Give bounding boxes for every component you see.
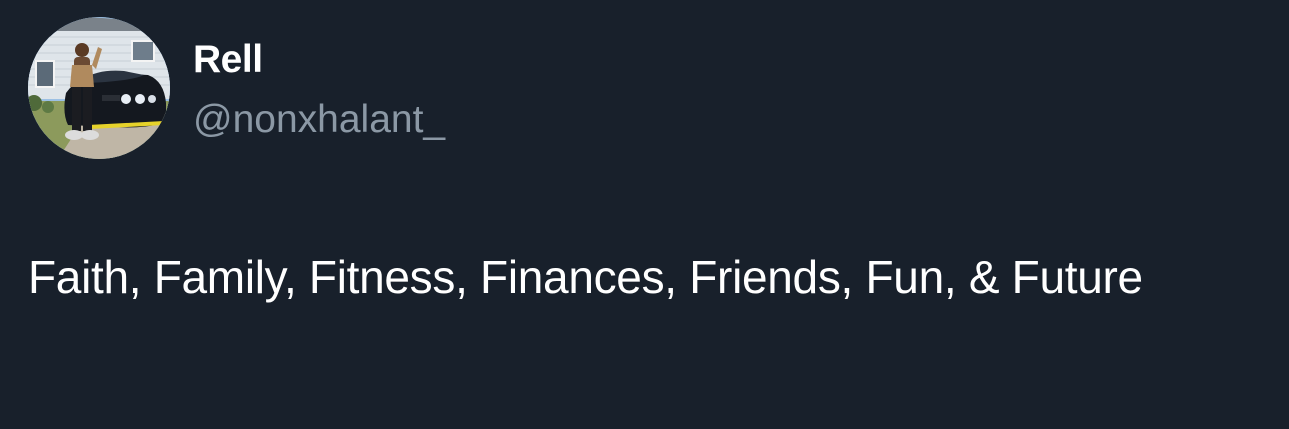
avatar-photo (28, 17, 170, 159)
avatar[interactable] (28, 17, 170, 159)
user-handle[interactable]: @nonxhalant_ (193, 96, 445, 144)
tweet-card: Rell @nonxhalant_ Faith, Family, Fitness… (0, 0, 1289, 429)
display-name[interactable]: Rell (193, 36, 263, 84)
tweet-text: Faith, Family, Fitness, Finances, Friend… (28, 251, 1143, 303)
